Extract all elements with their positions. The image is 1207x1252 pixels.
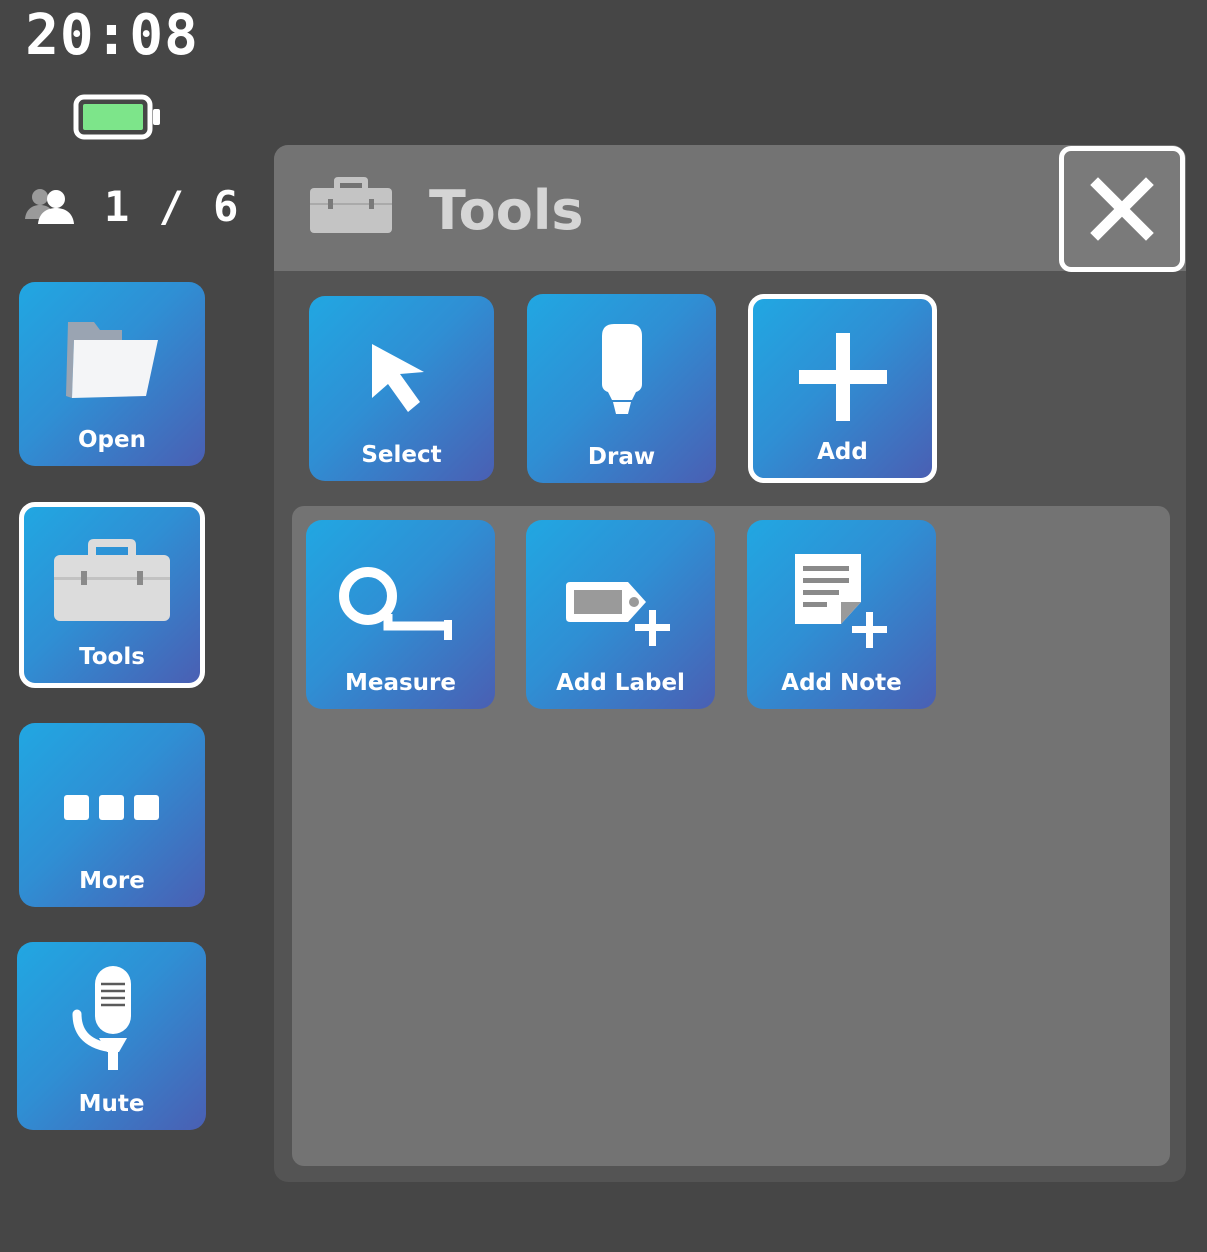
add-tool-label: Add [817, 439, 868, 465]
marker-icon [601, 324, 642, 414]
add-label-label: Add Label [556, 670, 685, 696]
participant-count: 1 / 6 [104, 181, 241, 231]
mute-button[interactable]: Mute [17, 942, 206, 1130]
add-label-button[interactable]: Add Label [526, 520, 715, 709]
add-note-button[interactable]: Add Note [747, 520, 936, 709]
panel-title: Tools [429, 179, 584, 242]
plus-icon [798, 333, 887, 421]
note-plus-icon [794, 554, 887, 648]
tools-button[interactable]: Tools [19, 502, 205, 688]
tools-button-label: Tools [79, 644, 145, 670]
select-tool-label: Select [361, 442, 442, 468]
add-tool-button[interactable]: Add [748, 294, 937, 483]
ellipsis-icon [64, 795, 159, 820]
select-tool-button[interactable]: Select [309, 296, 494, 481]
measure-label: Measure [344, 670, 456, 696]
measure-button[interactable]: Measure [306, 520, 495, 709]
users-icon [25, 189, 74, 224]
add-note-label: Add Note [781, 670, 902, 696]
mute-button-label: Mute [78, 1091, 145, 1117]
microphone-icon [72, 966, 131, 1070]
open-button[interactable]: Open [19, 282, 205, 466]
draw-tool-button[interactable]: Draw [527, 294, 716, 483]
tools-panel-header: Tools [274, 145, 1186, 271]
toolbox-icon [54, 539, 170, 621]
battery-icon [73, 94, 160, 140]
more-button[interactable]: More [19, 723, 205, 907]
clock: 20:08 [25, 3, 199, 68]
draw-tool-label: Draw [587, 444, 656, 470]
tag-plus-icon [565, 582, 670, 646]
close-icon [1090, 177, 1154, 241]
more-button-label: More [79, 868, 145, 894]
cursor-arrow-icon [371, 344, 424, 412]
tape-measure-icon [338, 567, 452, 640]
open-button-label: Open [78, 427, 146, 453]
folder-icon [66, 322, 158, 398]
participants-indicator: 1 / 6 [24, 180, 240, 232]
toolbox-icon [310, 177, 392, 233]
close-button[interactable] [1059, 146, 1185, 272]
